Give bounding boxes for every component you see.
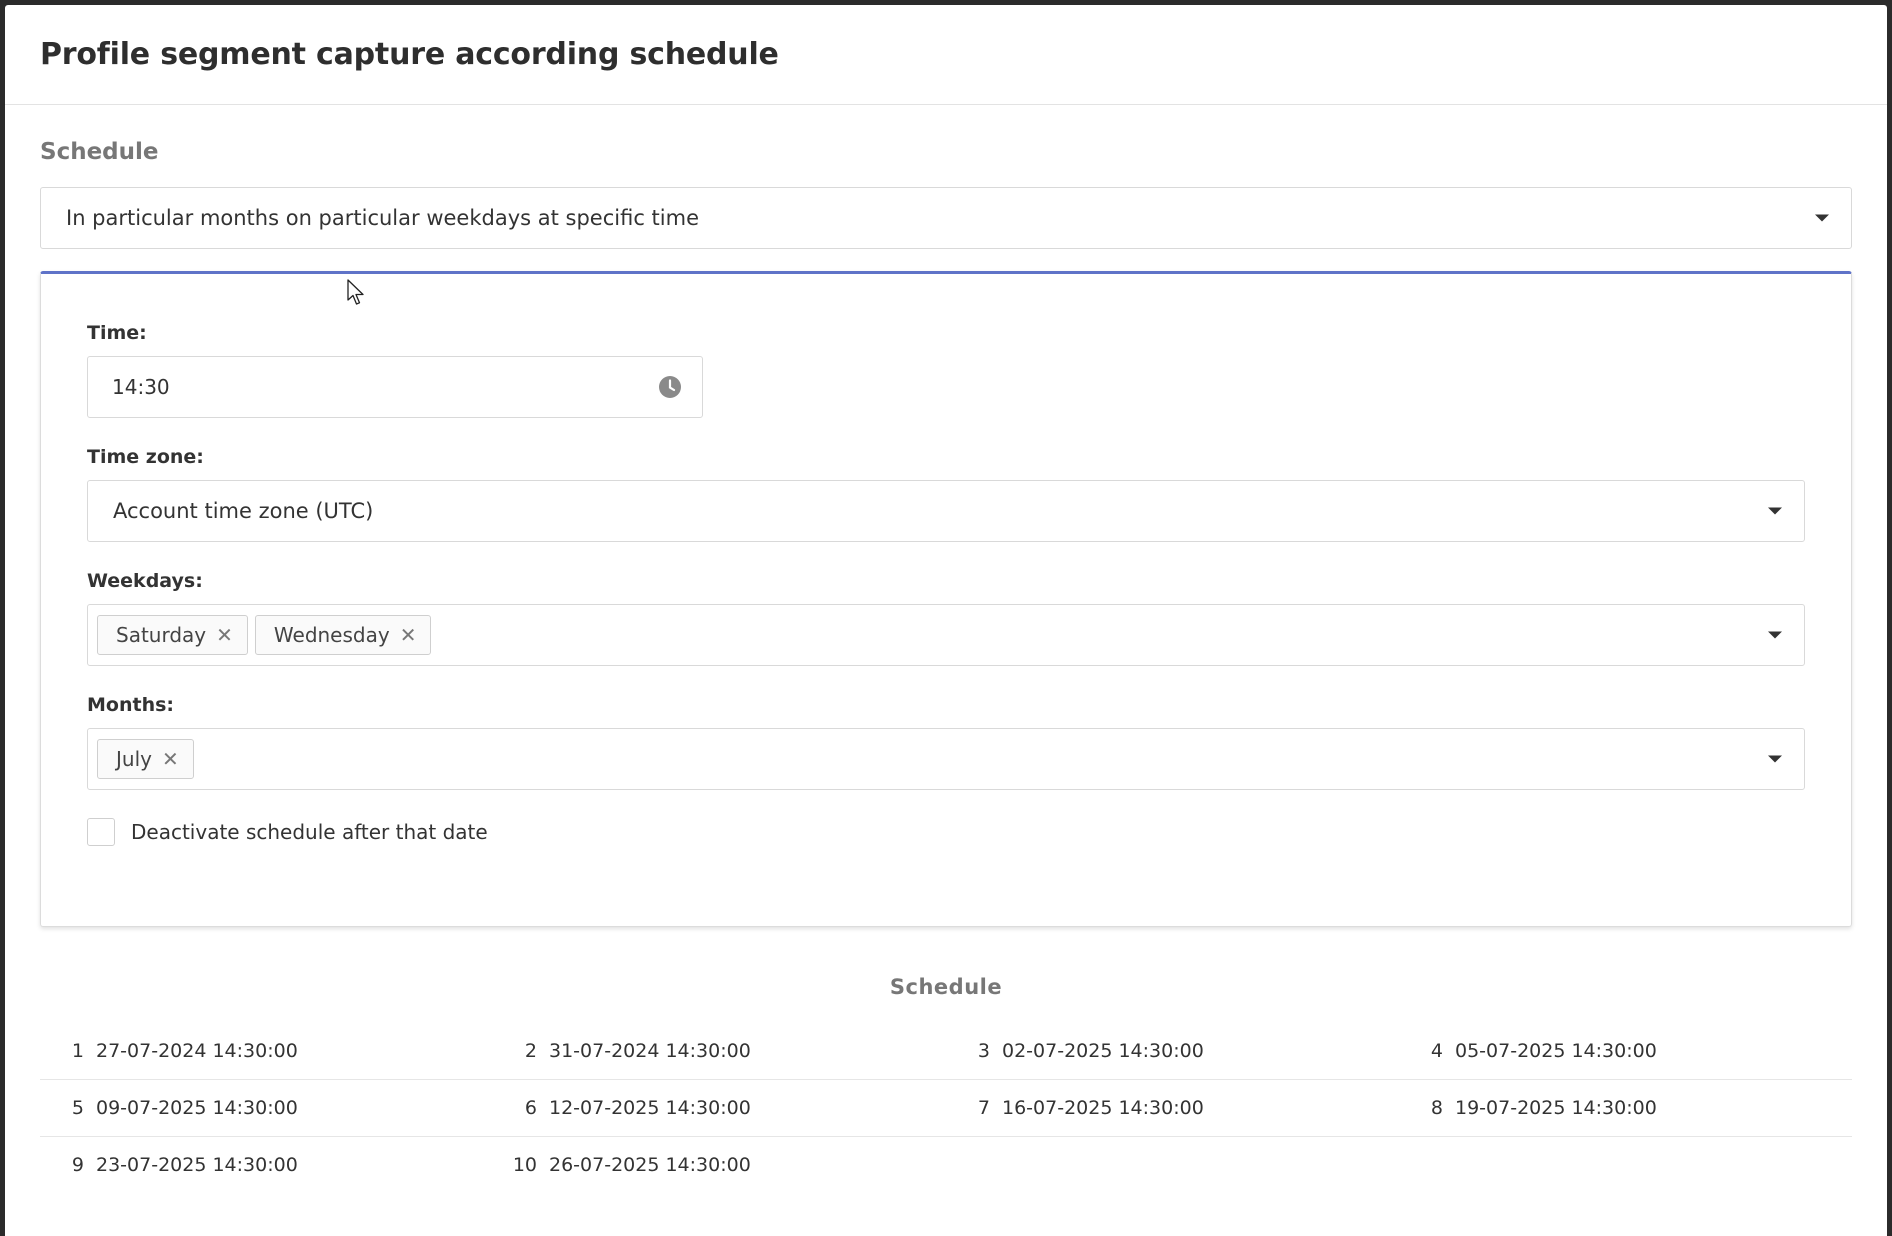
entry-date: 05-07-2025 14:30:00 [1455, 1040, 1657, 1062]
weekdays-multiselect[interactable]: Saturday ✕ Wednesday ✕ [87, 604, 1805, 666]
close-icon[interactable]: ✕ [162, 747, 179, 771]
schedule-entry: 9 23-07-2025 14:30:00 [40, 1154, 493, 1176]
schedule-entry: 8 19-07-2025 14:30:00 [1399, 1097, 1852, 1119]
time-field: Time: [87, 322, 1805, 418]
entry-index: 4 [1430, 1040, 1443, 1062]
schedule-entry: 1 27-07-2024 14:30:00 [40, 1040, 493, 1062]
entry-date: 12-07-2025 14:30:00 [549, 1097, 751, 1119]
chevron-down-icon[interactable] [1768, 631, 1782, 639]
deactivate-label[interactable]: Deactivate schedule after that date [131, 820, 488, 844]
table-row: 5 09-07-2025 14:30:00 6 12-07-2025 14:30:0… [40, 1080, 1852, 1137]
table-row: 1 27-07-2024 14:30:00 2 31-07-2024 14:30:0… [40, 1023, 1852, 1080]
schedule-type-select[interactable]: In particular months on particular weekd… [40, 187, 1852, 249]
entry-date: 27-07-2024 14:30:00 [96, 1040, 298, 1062]
time-input[interactable] [88, 374, 634, 400]
modal-title: Profile segment capture according schedu… [40, 37, 779, 72]
chip-label: Saturday [116, 623, 207, 647]
entry-index: 7 [977, 1097, 990, 1119]
time-label: Time: [87, 322, 147, 344]
timezone-field: Time zone: Account time zone (UTC) [87, 446, 1805, 542]
schedule-entry: 10 26-07-2025 14:30:00 [493, 1154, 946, 1176]
modal-content: Schedule In particular months on particu… [5, 139, 1887, 1193]
timezone-label: Time zone: [87, 446, 204, 468]
entry-date: 02-07-2025 14:30:00 [1002, 1040, 1204, 1062]
months-multiselect[interactable]: July ✕ [87, 728, 1805, 790]
entry-index: 2 [524, 1040, 537, 1062]
entry-date: 31-07-2024 14:30:00 [549, 1040, 751, 1062]
entry-index: 1 [71, 1040, 84, 1062]
schedule-entry: 6 12-07-2025 14:30:00 [493, 1097, 946, 1119]
close-icon[interactable]: ✕ [400, 623, 417, 647]
chevron-down-icon[interactable] [1768, 507, 1782, 515]
chip-label: July [116, 747, 152, 771]
entry-date: 23-07-2025 14:30:00 [96, 1154, 298, 1176]
schedule-type-value: In particular months on particular weekd… [66, 206, 699, 230]
schedule-modal: Profile segment capture according schedu… [5, 5, 1887, 1236]
schedule-list-title: Schedule [889, 975, 1003, 999]
weekday-chip: Wednesday ✕ [254, 615, 432, 655]
schedule-entry: 3 02-07-2025 14:30:00 [946, 1040, 1399, 1062]
months-field: Months: July ✕ [87, 694, 1805, 790]
entry-index: 8 [1430, 1097, 1443, 1119]
deactivate-row: Deactivate schedule after that date [87, 818, 1805, 846]
chevron-down-icon[interactable] [1815, 214, 1829, 222]
close-icon[interactable]: ✕ [216, 623, 233, 647]
schedule-list: 1 27-07-2024 14:30:00 2 31-07-2024 14:30:0… [40, 1023, 1852, 1193]
timezone-value: Account time zone (UTC) [113, 499, 374, 523]
deactivate-checkbox[interactable] [87, 818, 115, 846]
weekdays-field: Weekdays: Saturday ✕ Wednesday ✕ [87, 570, 1805, 666]
entry-index: 5 [71, 1097, 84, 1119]
timezone-select[interactable]: Account time zone (UTC) [87, 480, 1805, 542]
entry-index: 10 [512, 1154, 537, 1176]
schedule-section-label: Schedule [40, 139, 159, 165]
weekdays-label: Weekdays: [87, 570, 203, 592]
entry-date: 16-07-2025 14:30:00 [1002, 1097, 1204, 1119]
entry-date: 09-07-2025 14:30:00 [96, 1097, 298, 1119]
modal-header: Profile segment capture according schedu… [5, 5, 1887, 105]
table-row: 9 23-07-2025 14:30:00 10 26-07-2025 14:30:… [40, 1137, 1852, 1193]
schedule-entry: 4 05-07-2025 14:30:00 [1399, 1040, 1852, 1062]
month-chip: July ✕ [97, 739, 194, 779]
clock-icon[interactable] [658, 375, 682, 399]
entry-date: 26-07-2025 14:30:00 [549, 1154, 751, 1176]
weekday-chip: Saturday ✕ [97, 615, 248, 655]
time-input-box[interactable] [87, 356, 703, 418]
schedule-entry: 5 09-07-2025 14:30:00 [40, 1097, 493, 1119]
chip-label: Wednesday [273, 623, 390, 647]
schedule-entry: 7 16-07-2025 14:30:00 [946, 1097, 1399, 1119]
entry-index: 6 [524, 1097, 537, 1119]
schedule-settings-panel: Time: Time zone: Account time zone (UTC) [40, 271, 1852, 927]
entry-date: 19-07-2025 14:30:00 [1455, 1097, 1657, 1119]
months-label: Months: [87, 694, 175, 716]
entry-index: 3 [977, 1040, 990, 1062]
schedule-entry: 2 31-07-2024 14:30:00 [493, 1040, 946, 1062]
entry-index: 9 [71, 1154, 84, 1176]
chevron-down-icon[interactable] [1768, 755, 1782, 763]
